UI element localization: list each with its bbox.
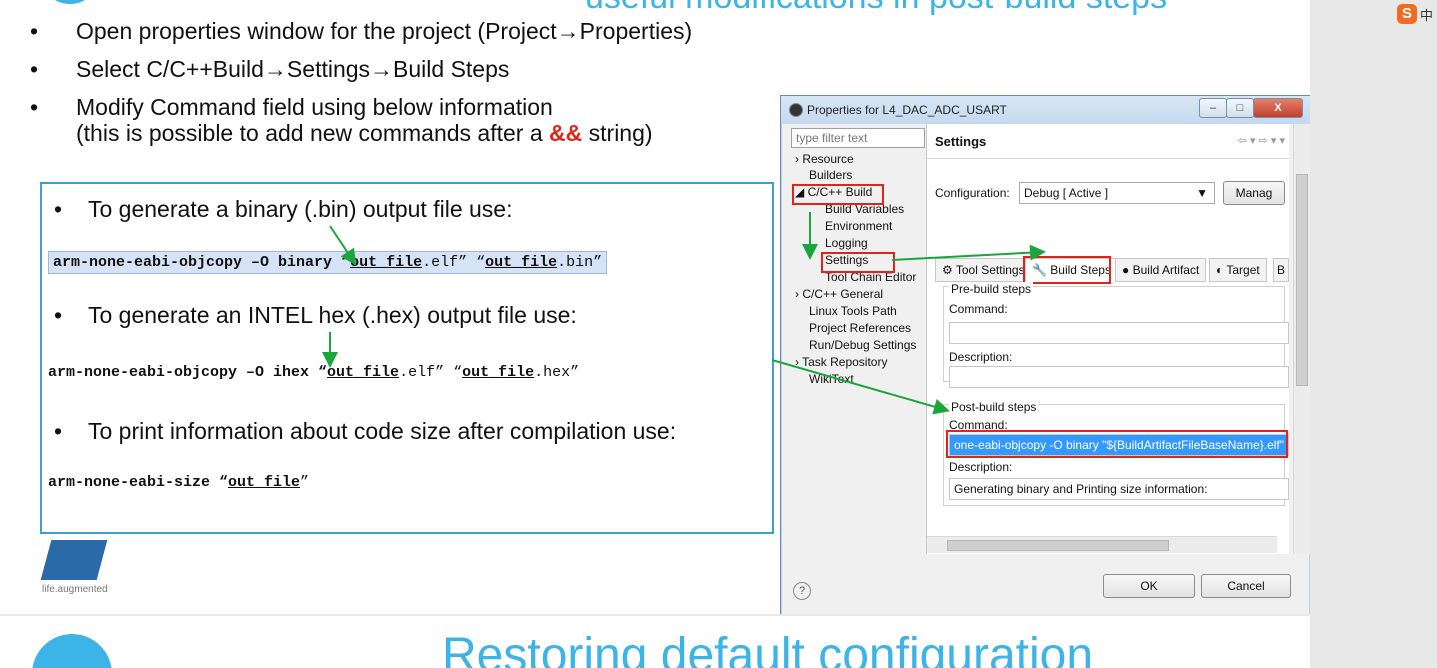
sogou-icon[interactable]: S bbox=[1397, 4, 1417, 24]
ime-tray[interactable]: S 中 bbox=[1393, 0, 1437, 30]
bird-logo bbox=[32, 634, 112, 668]
slide: useful modifications in post-build steps… bbox=[0, 0, 1310, 614]
chinese-input-icon[interactable]: 中 bbox=[1420, 5, 1433, 24]
next-slide: Restoring default configuration bbox=[0, 616, 1310, 668]
arrow-settings-to-tab bbox=[891, 244, 1046, 261]
arrow-code-to-command bbox=[771, 359, 950, 415]
annotation-arrows bbox=[322, 212, 1046, 415]
arrow-to-binary bbox=[329, 225, 357, 266]
next-slide-title: Restoring default configuration bbox=[442, 629, 1094, 668]
